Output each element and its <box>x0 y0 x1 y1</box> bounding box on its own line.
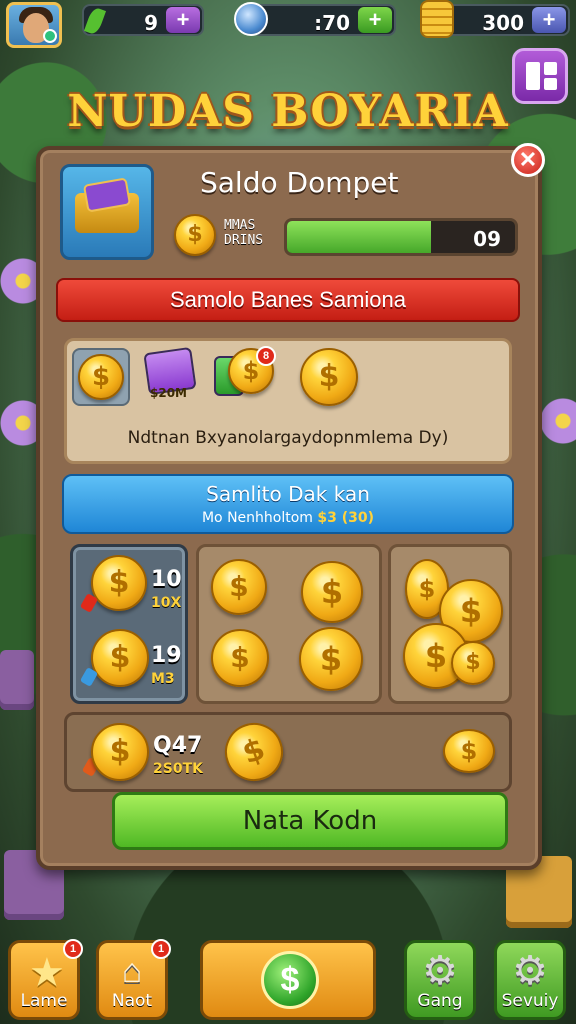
balance-progress-bar: 09 <box>284 218 518 256</box>
add-gems-button[interactable]: + <box>358 7 392 33</box>
nav-shop[interactable]: $ <box>200 940 376 1020</box>
notification-badge: 1 <box>63 939 83 959</box>
crate-decoration <box>0 650 34 710</box>
coin-icon: $ <box>211 559 267 615</box>
energy-value: 9 <box>144 11 158 35</box>
pack-amount-1: 10 <box>151 567 182 592</box>
leaf-icon <box>83 6 107 36</box>
blue-banner-title: Samlito Dak kan <box>206 482 370 506</box>
coin-pack-cell-1[interactable]: $ 10 10X $ 19 M3 <box>70 544 188 704</box>
close-icon[interactable]: ✕ <box>511 143 545 177</box>
coins-value: 300 <box>482 11 524 35</box>
panel-title: Saldo Dompet <box>200 166 399 199</box>
nav-gang[interactable]: ⚙ Gang <box>404 940 476 1020</box>
nav-label: Gang <box>417 991 463 1011</box>
gear-icon: ⚙ <box>512 949 548 993</box>
notification-badge: 1 <box>151 939 171 959</box>
balance-label-line1: MMAS <box>224 218 256 233</box>
gear-icon: ⚙ <box>422 949 458 993</box>
wallet-icon <box>60 164 154 260</box>
balance-label: MMAS DRINS <box>224 218 280 248</box>
blue-banner-subtitle: Mo Nenhholtom $3 (30) <box>64 510 512 526</box>
blue-banner-subtitle-value: $3 (30) <box>317 510 375 526</box>
notification-badge: 8 <box>256 346 276 366</box>
online-badge <box>43 29 57 43</box>
energy-counter: 9 + <box>82 4 204 36</box>
coin-icon[interactable]: $ <box>300 348 358 406</box>
pack-sub-2: M3 <box>151 671 175 687</box>
balance-label-line2: DRINS <box>224 233 264 248</box>
coin-stack-icon <box>420 0 454 38</box>
coin-icon: $ <box>443 729 495 773</box>
coin-icon: $ <box>211 629 269 687</box>
bonus-pack-row[interactable]: $ Q47 2S0TK $ $ <box>64 712 512 792</box>
reward-description: Ndtnan Bxyanolargaydopnmlema Dy) <box>127 428 449 448</box>
gems-counter: :70 + <box>234 2 396 36</box>
dollar-coin-icon: $ <box>261 951 319 1009</box>
pack-amount-2: 19 <box>151 643 182 668</box>
add-energy-button[interactable]: + <box>166 7 200 33</box>
coin-icon: $ <box>301 561 363 623</box>
gem-icon <box>234 2 268 36</box>
nav-naot[interactable]: ⌂ Naot 1 <box>96 939 171 1020</box>
collect-button[interactable]: Nata Kodn <box>112 792 508 850</box>
coin-icon: $ <box>91 723 149 781</box>
game-title: NUDAS BOYARIA <box>67 86 509 137</box>
coin-icon: $ <box>451 641 495 685</box>
coin-icon: $ <box>91 555 147 611</box>
nav-label: Sevuiy <box>501 991 559 1011</box>
nav-lame[interactable]: ★ Lame 1 <box>8 939 83 1020</box>
coin-icon: $ <box>78 354 124 400</box>
nav-label: Naot <box>111 991 153 1011</box>
balance-value: 09 <box>473 227 501 251</box>
blue-banner-subtitle-text: Mo Nenhholtom <box>201 510 313 526</box>
gems-value: :70 <box>314 11 350 35</box>
red-banner: Samolo Banes Samiona <box>56 278 520 322</box>
nav-sevuiy[interactable]: ⚙ Sevuiy <box>494 940 566 1020</box>
coin-icon: $ <box>91 629 149 687</box>
ticket-label: $20M <box>150 386 187 400</box>
reward-tile-selected[interactable]: $ <box>72 348 130 406</box>
flower-decoration <box>540 398 576 444</box>
bonus-pack-amount: Q47 <box>153 733 203 758</box>
blue-banner[interactable]: Samlito Dak kan Mo Nenhholtom $3 (30) <box>62 474 514 534</box>
coin-pack-cell-2[interactable]: $ $ $ $ <box>196 544 382 704</box>
player-avatar[interactable] <box>6 2 62 48</box>
bonus-pack-sub: 2S0TK <box>153 761 203 777</box>
top-hud: 9 + :70 + 300 + <box>0 0 576 48</box>
coin-icon: $ <box>174 214 216 256</box>
star-icon: ★ <box>29 951 65 995</box>
add-coins-button[interactable]: + <box>532 7 566 33</box>
coin-icon: $ <box>299 627 363 691</box>
coins-counter: 300 + <box>420 0 570 38</box>
pack-sub-1: 10X <box>151 595 182 611</box>
coin-icon: $ <box>216 714 292 790</box>
nav-label: Lame <box>20 991 68 1011</box>
coin-pack-cell-3[interactable]: $ $ $ $ <box>388 544 512 704</box>
balance-progress-fill <box>287 221 431 253</box>
